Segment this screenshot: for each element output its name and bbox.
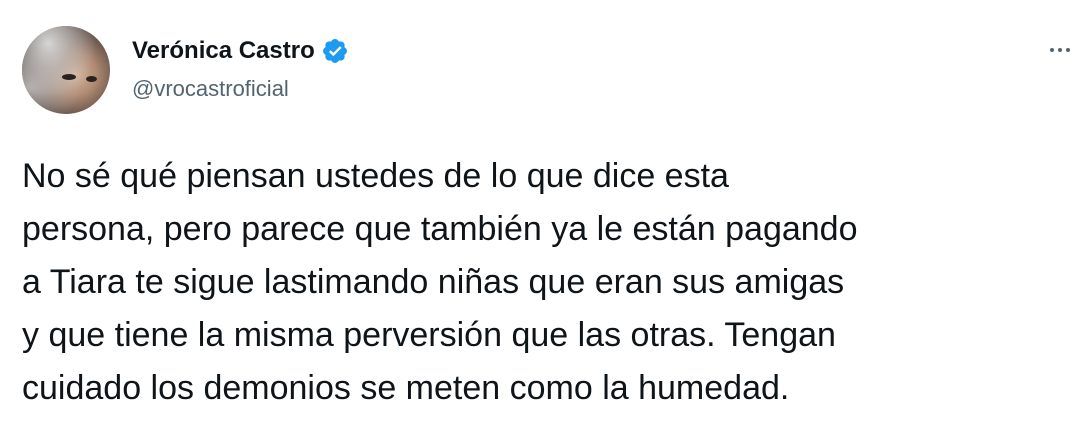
- tweet-text: No sé qué piensan ustedes de lo que dice…: [22, 150, 1072, 415]
- author-name-row: Verónica Castro: [132, 36, 349, 66]
- more-horizontal-icon: [1058, 48, 1062, 52]
- more-horizontal-icon: [1066, 48, 1070, 52]
- tweet-text-line: No sé qué piensan ustedes de lo que dice…: [22, 157, 729, 195]
- tweet-text-line: y que tiene la misma perversión que las …: [22, 316, 836, 354]
- avatar-eye-right: [86, 76, 97, 82]
- avatar-hair: [22, 26, 110, 114]
- more-options-button[interactable]: [1042, 38, 1078, 62]
- more-horizontal-icon: [1050, 48, 1054, 52]
- tweet-card: Verónica Castro @vrocastroficial No sé q…: [0, 0, 1092, 427]
- verified-badge-icon: [321, 37, 349, 65]
- tweet-text-line: a Tiara te sigue lastimando niñas que er…: [22, 263, 845, 301]
- author-display-name[interactable]: Verónica Castro: [132, 36, 315, 66]
- avatar-eye-left: [62, 74, 76, 80]
- tweet-text-line: persona, pero parece que también ya le e…: [22, 210, 858, 248]
- author-handle[interactable]: @vrocastroficial: [132, 75, 289, 103]
- tweet-text-line: cuidado los demonios se meten como la hu…: [22, 369, 790, 407]
- avatar[interactable]: [22, 26, 110, 114]
